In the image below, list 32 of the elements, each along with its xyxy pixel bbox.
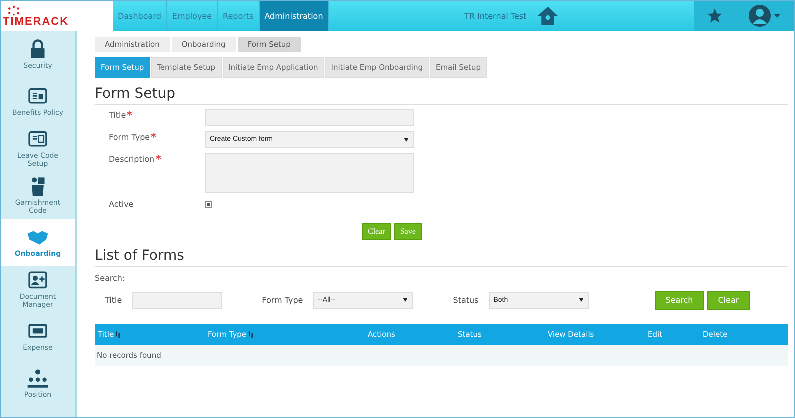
form-button[interactable]: Clear [362,223,392,240]
dots-icon [7,4,21,16]
section-heading: List of Forms [95,248,788,267]
form-button[interactable]: Save [394,223,422,240]
nav-tab[interactable]: Administration [260,1,330,31]
field-label: Form Type [109,133,150,142]
caret-icon [403,298,408,302]
field-label: Description [109,155,155,164]
sort-icon[interactable] [248,330,254,338]
home-icon[interactable] [536,6,559,26]
company-name: TR Internal Test [464,12,527,20]
people-icon [27,368,49,390]
sort-icon[interactable] [116,330,122,338]
filter-label: Status [453,296,479,304]
user-avatar-icon[interactable] [748,4,782,28]
star-icon[interactable] [706,8,722,24]
field-label: Title [109,111,126,120]
section-heading: Form Setup [95,86,788,105]
nav-tab[interactable]: Dashboard [113,1,168,31]
checkbox[interactable] [205,201,212,208]
search-button[interactable]: Search [654,290,704,310]
caret-icon [578,298,584,302]
search-label: Search: [95,274,126,283]
input-field[interactable] [205,109,414,126]
filter-label: Form Type [262,296,304,304]
search-button[interactable]: Clear [707,290,750,310]
logo-text: TIMERACK [3,16,70,28]
nav-tab[interactable]: Employee [167,1,218,31]
filter-label: Title [105,296,122,304]
field-label: Active [109,200,134,209]
caret-icon [404,138,409,142]
input-field[interactable] [132,292,222,308]
